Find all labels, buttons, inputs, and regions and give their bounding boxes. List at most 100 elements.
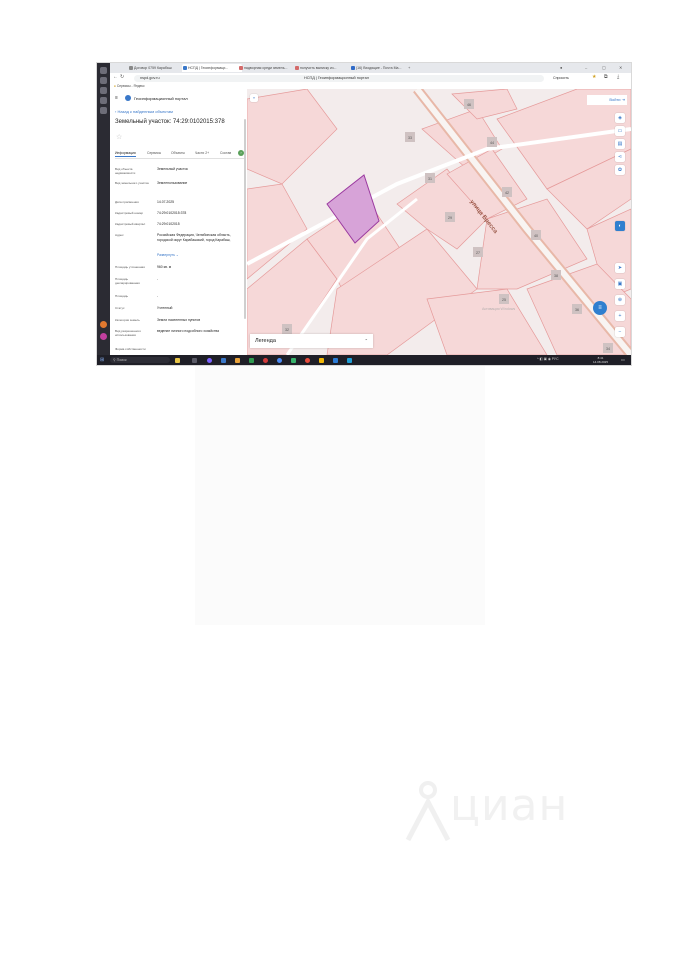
app4-taskbar-icon[interactable] (319, 357, 324, 363)
profile-icon[interactable]: ● (560, 64, 562, 72)
house-number: 42 (505, 191, 509, 195)
panel-icon[interactable] (100, 107, 107, 114)
legend-panel[interactable]: Легенда ⌃ (250, 334, 373, 348)
extensions-icon[interactable]: ⧉ (604, 74, 608, 80)
tab-objects[interactable]: Объекты (171, 151, 185, 155)
screenshot-frame: Договор 0759 Карабаш НСПД | Геоинформаци… (97, 63, 631, 365)
field-label: Категория земель (115, 318, 140, 322)
zoom-in-icon[interactable]: + (615, 311, 625, 321)
start-icon[interactable]: ⊞ (100, 357, 104, 363)
house-number: 33 (408, 136, 412, 140)
explorer-taskbar-icon[interactable] (235, 357, 240, 363)
alice-icon[interactable] (100, 321, 107, 328)
maximize-icon[interactable]: ▢ (602, 64, 606, 72)
browser-tab[interactable]: Договор 0759 Карабаш (128, 64, 186, 72)
field-label: Вид объекта недвижимости (115, 167, 136, 175)
field-value: Земельный участок (157, 167, 188, 171)
downloads-icon[interactable]: ⤓ (617, 74, 619, 80)
yandex-taskbar-icon[interactable] (263, 357, 268, 363)
tab-information[interactable]: Информация (115, 151, 136, 157)
field-value: ведение личного подсобного хозяйства (157, 329, 220, 333)
ruler-icon[interactable]: ▣ (615, 279, 625, 289)
app5-taskbar-icon[interactable] (333, 357, 338, 363)
url-input[interactable]: nspd.gov.ru НСПД | Геоинформационный пор… (134, 74, 544, 82)
bookmark-star-icon[interactable]: ★ (592, 74, 596, 80)
browser-tab-active[interactable]: НСПД | Геоинформаци... (182, 64, 242, 72)
browser-tab[interactable]: (16) Входящие - Почта Ма... (350, 64, 410, 72)
app6-taskbar-icon[interactable] (347, 357, 352, 363)
browser-tab[interactable]: получить выписку из... (294, 64, 354, 72)
bookmark-map-icon[interactable]: ✿ (615, 165, 625, 175)
print-icon[interactable]: ▤ (615, 139, 625, 149)
close-icon[interactable]: ✕ (619, 64, 622, 72)
tab-label: (16) Входящие - Почта Ма... (356, 66, 402, 70)
cadastral-map[interactable]: 33 46 44 31 42 29 27 40 38 25 36 32 34 у… (247, 89, 631, 355)
login-button[interactable]: Войти ⇥ (587, 95, 627, 105)
house-number: 40 (534, 234, 538, 238)
house-number: 46 (467, 103, 471, 107)
minimize-icon[interactable]: – (585, 64, 587, 72)
new-tab-icon[interactable]: + (408, 64, 410, 72)
app3-taskbar-icon[interactable] (305, 357, 310, 363)
watermark-text: циан (450, 780, 569, 831)
bookmark-icon[interactable] (100, 87, 107, 94)
favorite-star-icon[interactable]: ☆ (116, 133, 122, 141)
browser-tab[interactable]: надворная среди земель... (238, 64, 298, 72)
url-text: nspd.gov.ru (140, 75, 160, 80)
assistant-bubble-icon[interactable]: ≡ (593, 301, 607, 315)
app-icon[interactable] (100, 67, 107, 74)
share-icon[interactable]: ⋖ (615, 152, 625, 162)
tab-parts[interactable]: Части 2+ (195, 151, 209, 155)
back-link[interactable]: ‹ Назад к найденным объектам (115, 109, 173, 114)
field-label: Статус (115, 306, 125, 310)
tab-services[interactable]: Сервисы (147, 151, 161, 155)
house-number: 34 (606, 347, 610, 351)
house-number: 32 (285, 328, 289, 332)
info-tabs: Информация Сервисы Объекты Части 2+ Сост… (115, 150, 245, 159)
reload-icon[interactable]: ↻ (120, 74, 124, 80)
field-label: Вид земельного участка (115, 181, 149, 185)
assistant-icon[interactable] (100, 333, 107, 340)
browser-tab-bar: Договор 0759 Карабаш НСПД | Геоинформаци… (110, 63, 631, 73)
history-icon[interactable] (100, 77, 107, 84)
expand-link[interactable]: Развернуть ⌄ (157, 253, 179, 257)
zoom-out-icon[interactable]: − (615, 327, 625, 337)
notification-icon[interactable]: ▭ (621, 357, 625, 362)
chat-icon[interactable]: ◐ (615, 221, 625, 231)
tab-composition[interactable]: Состав (220, 151, 231, 155)
house-number: 27 (476, 251, 480, 255)
field-value: - (157, 277, 159, 281)
field-value-status: Учтенный (157, 306, 173, 310)
bookmark-item[interactable]: Сервисы - Яндекс (117, 84, 145, 88)
house-number: 38 (554, 274, 558, 278)
tray-icons[interactable]: ^ ◧ ▣ ◉ РУС (537, 357, 559, 361)
field-label: Вид разрешенного использования (115, 329, 142, 337)
download-icon[interactable] (100, 97, 107, 104)
field-label: Кадастровый квартал (115, 222, 146, 226)
field-value-address: Российская Федерация, Челябинская област… (157, 233, 231, 242)
layers-icon[interactable]: ◈ (615, 113, 625, 123)
app2-taskbar-icon[interactable] (291, 357, 296, 363)
legend-toggle-icon[interactable]: ⌃ (365, 334, 368, 348)
field-value: 14.07.2025 (157, 200, 174, 204)
field-value: 74:29:0102015:378 (157, 211, 187, 215)
task-view-icon[interactable] (192, 357, 197, 363)
store-taskbar-icon[interactable] (249, 357, 254, 363)
field-label: Площадь уточненная (115, 265, 145, 269)
map-collapse-button[interactable]: « (250, 94, 258, 102)
basemap-icon[interactable]: ▭ (615, 126, 625, 136)
back-icon[interactable]: ← (113, 74, 118, 80)
app-taskbar-icon[interactable] (207, 357, 212, 363)
panel-scrollbar[interactable] (244, 119, 246, 319)
clock[interactable]: 8:41 14.08.2025 (593, 356, 608, 364)
menu-icon[interactable]: ≡ (115, 95, 118, 101)
field-label: Адрес (115, 233, 124, 237)
zoom-region-icon[interactable]: ⊕ (615, 295, 625, 305)
chrome-taskbar-icon[interactable] (277, 357, 282, 363)
field-label: Дата присвоения (115, 200, 139, 204)
locate-icon[interactable]: ➤ (615, 263, 625, 273)
mail-taskbar-icon[interactable] (221, 357, 226, 363)
ask-button[interactable]: Спросить (553, 75, 569, 82)
taskbar-search[interactable]: ⚲ Поиск (110, 357, 170, 363)
tab-favicon-icon (295, 66, 299, 70)
